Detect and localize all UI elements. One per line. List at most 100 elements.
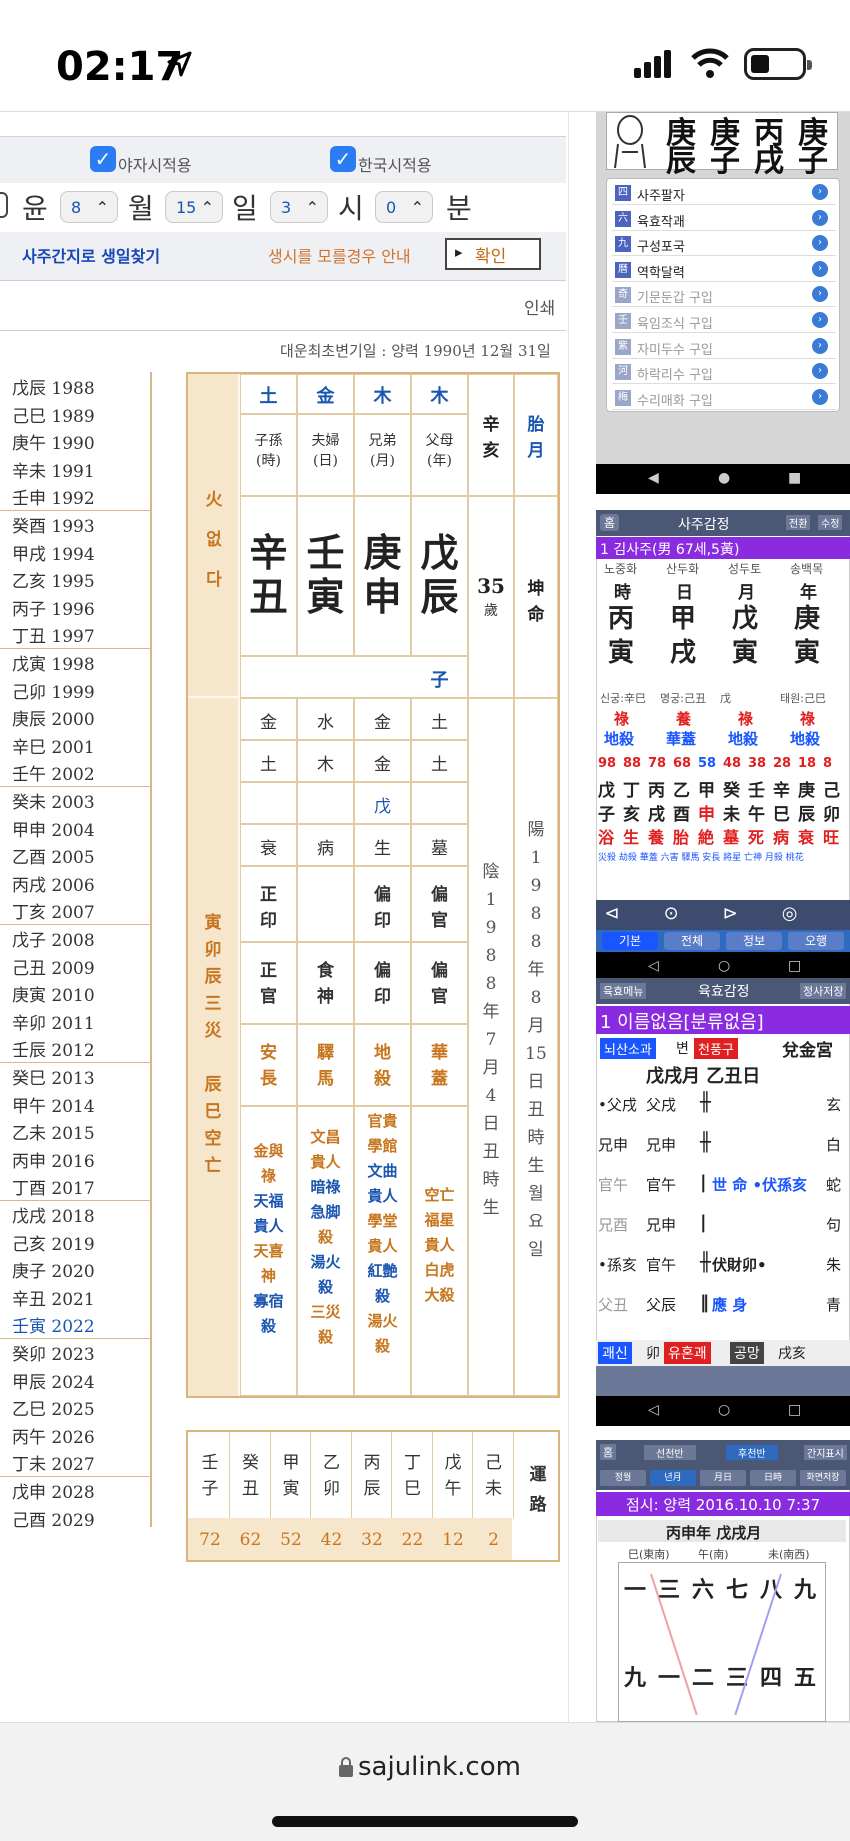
- s2-st: 絶: [698, 828, 715, 847]
- chevron-right-icon[interactable]: ›: [812, 184, 828, 200]
- year-item[interactable]: 戊申 2028: [12, 1478, 95, 1503]
- home-button[interactable]: 홈: [600, 514, 620, 531]
- menu-label: 수리매화 구입: [637, 393, 713, 409]
- gimun-home-button[interactable]: 홈: [600, 1444, 617, 1460]
- year-item[interactable]: 戊辰 1988: [12, 374, 95, 399]
- recent-nav-icon[interactable]: □: [788, 1402, 801, 1418]
- year-item[interactable]: 庚辰 2000: [12, 705, 95, 730]
- year-item[interactable]: 壬申 1992: [12, 484, 95, 509]
- year-item[interactable]: 辛卯 2011: [12, 1009, 95, 1034]
- month-select[interactable]: 8 ⌃: [60, 191, 118, 223]
- year-item[interactable]: 癸酉 1993: [12, 512, 95, 537]
- chevron-right-icon[interactable]: ›: [812, 337, 828, 354]
- year-item[interactable]: 丙申 2016: [12, 1147, 95, 1172]
- year-item[interactable]: 己亥 2019: [12, 1230, 95, 1255]
- find-birthday-link[interactable]: 사주간지로 생일찾기: [22, 243, 160, 267]
- s4-tab-0[interactable]: 정월: [600, 1470, 646, 1486]
- leap-radio[interactable]: [0, 192, 8, 218]
- edit-button[interactable]: 수정: [818, 515, 843, 530]
- year-item[interactable]: 壬午 2002: [12, 760, 95, 785]
- s2-tab-0[interactable]: 기본: [602, 932, 658, 950]
- year-item[interactable]: 辛巳 2001: [12, 733, 95, 758]
- mingming-b: 命: [527, 605, 545, 625]
- chevron-right-icon[interactable]: ›: [812, 209, 828, 226]
- gimun-ganji-button[interactable]: 간지표시: [804, 1445, 847, 1460]
- hour-select[interactable]: 3 ⌃: [270, 191, 328, 223]
- save-button[interactable]: 정사저장: [800, 983, 847, 999]
- year-item[interactable]: 戊子 2008: [12, 926, 95, 951]
- year-item[interactable]: 甲午 2014: [12, 1092, 95, 1117]
- print-button[interactable]: 인쇄: [524, 294, 555, 319]
- year-item[interactable]: 丁未 2027: [12, 1450, 95, 1475]
- year-item[interactable]: 癸未 2003: [12, 788, 95, 813]
- home-nav-icon[interactable]: ●: [718, 470, 730, 486]
- year-item[interactable]: 庚午 1990: [12, 429, 95, 454]
- year-item[interactable]: 甲辰 2024: [12, 1368, 95, 1393]
- korea-time-checkbox[interactable]: ✓: [330, 146, 356, 172]
- year-item[interactable]: 庚子 2020: [12, 1257, 95, 1282]
- chevron-right-icon[interactable]: ›: [812, 388, 828, 405]
- s4-tab-3[interactable]: 日時: [750, 1470, 796, 1486]
- year-item[interactable]: 己丑 2009: [12, 954, 95, 979]
- year-item[interactable]: 壬寅 2022: [12, 1312, 95, 1337]
- day-select[interactable]: 15 ⌃: [165, 191, 223, 223]
- s2-tab-3[interactable]: 오행: [788, 932, 844, 950]
- back-nav-icon[interactable]: ◁: [648, 958, 659, 974]
- year-item[interactable]: 乙酉 2005: [12, 843, 95, 868]
- home-nav-icon[interactable]: ○: [718, 1402, 730, 1418]
- back-nav-icon[interactable]: ◁: [648, 1402, 659, 1418]
- gimun-after-button[interactable]: 후천반: [726, 1445, 778, 1460]
- year-item[interactable]: 乙巳 2025: [12, 1395, 95, 1420]
- year-item[interactable]: 癸巳 2013: [12, 1064, 95, 1089]
- back-nav-icon[interactable]: ◀: [648, 470, 659, 486]
- sinsal2-item: 暗祿: [310, 1178, 341, 1196]
- year-item[interactable]: 丁酉 2017: [12, 1174, 95, 1199]
- year-item[interactable]: 戊戌 2018: [12, 1202, 95, 1227]
- s4-tab-2[interactable]: 月日: [700, 1470, 746, 1486]
- year-item[interactable]: 甲申 2004: [12, 816, 95, 841]
- chevron-right-icon[interactable]: ›: [812, 312, 828, 328]
- year-item[interactable]: 己酉 2029: [12, 1506, 95, 1531]
- s4-tab-4[interactable]: 화면저장: [800, 1470, 846, 1486]
- year-item[interactable]: 壬辰 2012: [12, 1036, 95, 1061]
- year-item[interactable]: 辛丑 2021: [12, 1285, 95, 1310]
- s4-tab-1[interactable]: 년月: [650, 1470, 696, 1486]
- year-item[interactable]: 丙子 1996: [12, 595, 95, 620]
- year-item[interactable]: 丁亥 2007: [12, 898, 95, 923]
- year-item[interactable]: 辛未 1991: [12, 457, 95, 482]
- switch-button[interactable]: 전환: [786, 515, 811, 530]
- year-item[interactable]: 丙午 2026: [12, 1423, 95, 1448]
- s2-tab-2[interactable]: 정보: [726, 932, 782, 950]
- year-item[interactable]: 丙戌 2006: [12, 871, 95, 896]
- year-item[interactable]: 己卯 1999: [12, 678, 95, 703]
- night-time-checkbox[interactable]: ✓: [90, 146, 116, 172]
- minute-select[interactable]: 0 ⌃: [375, 191, 433, 223]
- year-item[interactable]: 戊寅 1998: [12, 650, 95, 675]
- year-item[interactable]: 乙未 2015: [12, 1119, 95, 1144]
- menu-icon: 四: [615, 185, 631, 201]
- recent-nav-icon[interactable]: □: [788, 958, 801, 974]
- year-item[interactable]: 庚寅 2010: [12, 981, 95, 1006]
- role-3: 父母: [425, 433, 454, 449]
- url-text[interactable]: sajulink.com: [358, 1752, 521, 1782]
- confirm-button[interactable]: 확인: [445, 238, 541, 270]
- xinhai-cell: [468, 374, 514, 496]
- control-icons[interactable]: ⊲⊙⊳◎: [596, 903, 850, 924]
- year-item[interactable]: 甲戌 1994: [12, 540, 95, 565]
- gimun-before-button[interactable]: 선천반: [644, 1445, 696, 1460]
- recent-nav-icon[interactable]: ■: [788, 470, 801, 486]
- year-item[interactable]: 癸卯 2023: [12, 1340, 95, 1365]
- unknown-time-guide-link[interactable]: 생시를 모를경우 안내: [268, 243, 411, 267]
- s2-tab-1[interactable]: 전체: [664, 932, 720, 950]
- chevron-right-icon[interactable]: ›: [812, 260, 828, 277]
- s4-row1: 一: [624, 1577, 647, 1603]
- year-separator: [0, 1200, 150, 1201]
- row3-cell: [297, 782, 354, 824]
- year-item[interactable]: 丁丑 1997: [12, 622, 95, 647]
- yao-c: 應 身: [712, 1296, 748, 1314]
- yukhyo-menu-button[interactable]: 육효메뉴: [600, 983, 647, 999]
- home-nav-icon[interactable]: ○: [718, 958, 730, 974]
- year-item[interactable]: 己巳 1989: [12, 402, 95, 427]
- year-item[interactable]: 乙亥 1995: [12, 567, 95, 592]
- home-indicator[interactable]: [272, 1816, 578, 1827]
